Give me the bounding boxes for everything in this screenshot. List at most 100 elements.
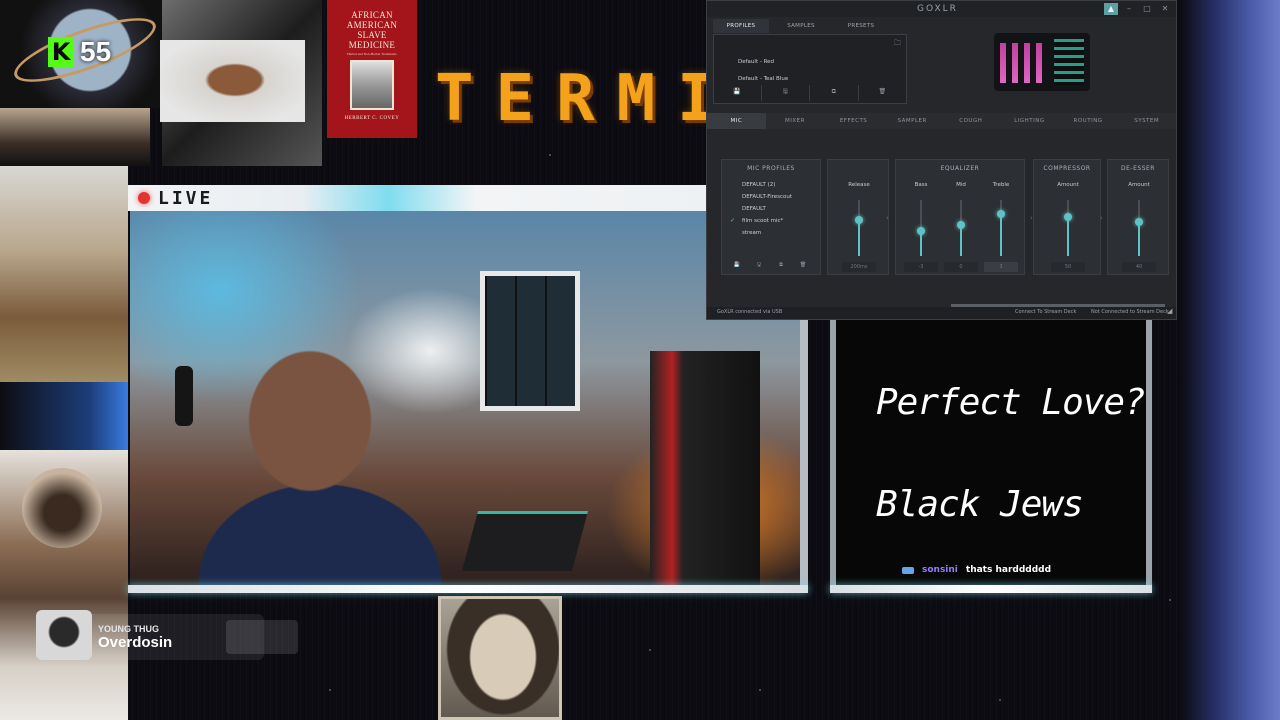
tab-routing[interactable]: ROUTING	[1059, 113, 1118, 129]
monkey-photo-tile	[0, 166, 128, 382]
planet-edge-background	[1180, 0, 1280, 720]
de-esser-panel: DE-ESSER Amount 40	[1107, 159, 1169, 275]
device-fader	[1000, 43, 1006, 83]
device-fader	[1012, 43, 1018, 83]
mic-profile-toolbar: 💾 🖫 ⧉ 🗑	[728, 262, 814, 270]
chevron-right-icon[interactable]: ›	[1100, 214, 1103, 222]
topic-panel: Perfect Love? Black Jews sonsini thats h…	[830, 318, 1152, 588]
slider-knob[interactable]	[1064, 212, 1072, 221]
portrait-photo-tile	[438, 596, 562, 720]
kick-counter: K 55	[48, 36, 111, 68]
tab-effects[interactable]: EFFECTS	[824, 113, 883, 129]
chat-username: sonsini	[922, 565, 958, 575]
cam-window	[480, 271, 580, 411]
topic-line-1: Perfect Love?	[876, 382, 1146, 423]
mic-profile-item[interactable]: DEFAULT (2)	[742, 182, 775, 188]
close-button[interactable]: ✕	[1158, 3, 1172, 15]
headphones	[175, 366, 193, 426]
kick-count: 55	[80, 36, 112, 67]
compressor-panel: COMPRESSOR Amount 50 ›	[1033, 159, 1103, 275]
face-photo-tile	[0, 108, 150, 166]
resize-grip-icon[interactable]: ◢	[1167, 307, 1172, 315]
tab-profiles[interactable]: PROFILES	[713, 19, 769, 33]
tab-presets[interactable]: PRESETS	[833, 19, 889, 33]
kick-logo-icon: K	[48, 37, 74, 67]
maximize-button[interactable]: □	[1140, 3, 1154, 15]
usb-status-text: GoXLR connected via USB	[717, 309, 783, 315]
goxlr-titlebar[interactable]: GOXLR ▲ – □ ✕	[707, 1, 1176, 17]
eq-bass-label: Bass	[914, 182, 928, 188]
mic-profile-item-active[interactable]: film scoot mic*	[742, 218, 783, 224]
song-artist: YOUNG THUG	[98, 623, 160, 634]
release-slider[interactable]	[855, 200, 863, 256]
book-subtitle: Herbal and Non-Herbal Treatments	[347, 52, 397, 56]
slider-knob[interactable]	[917, 226, 925, 235]
tab-sampler[interactable]: SAMPLER	[883, 113, 942, 129]
profile-item[interactable]: Default - Teal Blue	[738, 76, 788, 82]
tab-samples[interactable]: SAMPLES	[773, 19, 829, 33]
copy-mic-profile-button[interactable]: ⧉	[772, 262, 790, 270]
song-progress-panel	[226, 620, 298, 654]
tab-mixer[interactable]: MIXER	[766, 113, 825, 129]
de-esser-value[interactable]: 40	[1122, 262, 1156, 272]
slider-knob[interactable]	[855, 215, 863, 224]
pc-tower	[650, 351, 760, 588]
audio-mixer	[461, 511, 589, 571]
compressor-title: COMPRESSOR	[1043, 165, 1091, 172]
mic-profile-item[interactable]: DEFAULT	[742, 206, 766, 212]
slider-knob[interactable]	[1135, 218, 1143, 227]
compressor-slider[interactable]	[1064, 200, 1072, 256]
now-playing-widget: YOUNG THUG Overdosin	[36, 610, 298, 660]
statue-photo-tile	[160, 40, 305, 122]
delete-mic-profile-button[interactable]: 🗑	[794, 262, 812, 270]
tab-mic[interactable]: MIC	[707, 113, 766, 129]
minimize-button[interactable]: –	[1122, 3, 1136, 15]
eq-bass-slider[interactable]	[917, 200, 925, 256]
slider-fill	[1067, 216, 1069, 256]
profile-item[interactable]: Default - Red	[738, 59, 774, 65]
mic-profiles-title: MIC PROFILES	[747, 165, 795, 172]
de-esser-slider[interactable]	[1135, 200, 1143, 256]
eq-bass-value[interactable]: -3	[904, 262, 938, 272]
tab-lighting[interactable]: LIGHTING	[1000, 113, 1059, 129]
book-photo	[350, 60, 394, 110]
slider-knob[interactable]	[957, 221, 965, 230]
song-track: Overdosin	[98, 633, 173, 651]
device-fader	[1036, 43, 1042, 83]
kick-follower-tile: K 55	[0, 0, 162, 108]
album-art	[36, 610, 92, 660]
save-profile-button[interactable]: 💾	[713, 85, 762, 101]
save-mic-profile-button[interactable]: 💾	[728, 262, 746, 270]
eq-mid-value[interactable]: 0	[944, 262, 978, 272]
stream-deck-status-text: Not Connected to Stream Deck	[1091, 309, 1169, 315]
delete-profile-button[interactable]: 🗑	[859, 85, 907, 101]
eq-mid-slider[interactable]	[957, 200, 965, 256]
main-tabs: MIC MIXER EFFECTS SAMPLER COUGH LIGHTING…	[707, 113, 1176, 129]
profile-toolbar: 💾 🖫 ⧉ 🗑	[713, 85, 907, 101]
mic-profiles-panel: MIC PROFILES DEFAULT (2) DEFAULT-Firesco…	[721, 159, 821, 275]
folder-icon[interactable]: 🗀	[894, 39, 901, 50]
release-value[interactable]: 200ms	[842, 262, 876, 272]
status-bar: GoXLR connected via USB Connect To Strea…	[707, 307, 1176, 319]
pin-button[interactable]: ▲	[1104, 3, 1118, 15]
slider-knob[interactable]	[997, 210, 1005, 218]
mic-profile-item[interactable]: DEFAULT-Firescout	[742, 194, 792, 200]
chevron-left-icon[interactable]: ‹	[886, 214, 889, 222]
save-as-mic-profile-button[interactable]: 🖫	[750, 262, 768, 270]
connect-stream-deck-link[interactable]: Connect To Stream Deck	[1015, 309, 1076, 315]
compressor-value[interactable]: 50	[1051, 262, 1085, 272]
mic-profile-item[interactable]: stream	[742, 230, 761, 236]
topic-line-2: Black Jews	[876, 484, 1084, 525]
equalizer-title: EQUALIZER	[940, 165, 980, 172]
tab-cough[interactable]: COUGH	[942, 113, 1001, 129]
release-label: Release	[848, 182, 870, 188]
slider-fill	[1138, 222, 1140, 256]
eq-treble-value[interactable]: 3	[984, 262, 1018, 272]
goxlr-window: GOXLR ▲ – □ ✕ PROFILES SAMPLES PRESETS 🗀…	[706, 0, 1177, 320]
save-as-profile-button[interactable]: 🖫	[762, 85, 810, 101]
copy-profile-button[interactable]: ⧉	[810, 85, 859, 101]
cat-head	[22, 468, 102, 548]
tab-system[interactable]: SYSTEM	[1117, 113, 1176, 129]
eq-treble-slider[interactable]	[997, 200, 1005, 256]
live-label: LIVE	[158, 187, 214, 209]
